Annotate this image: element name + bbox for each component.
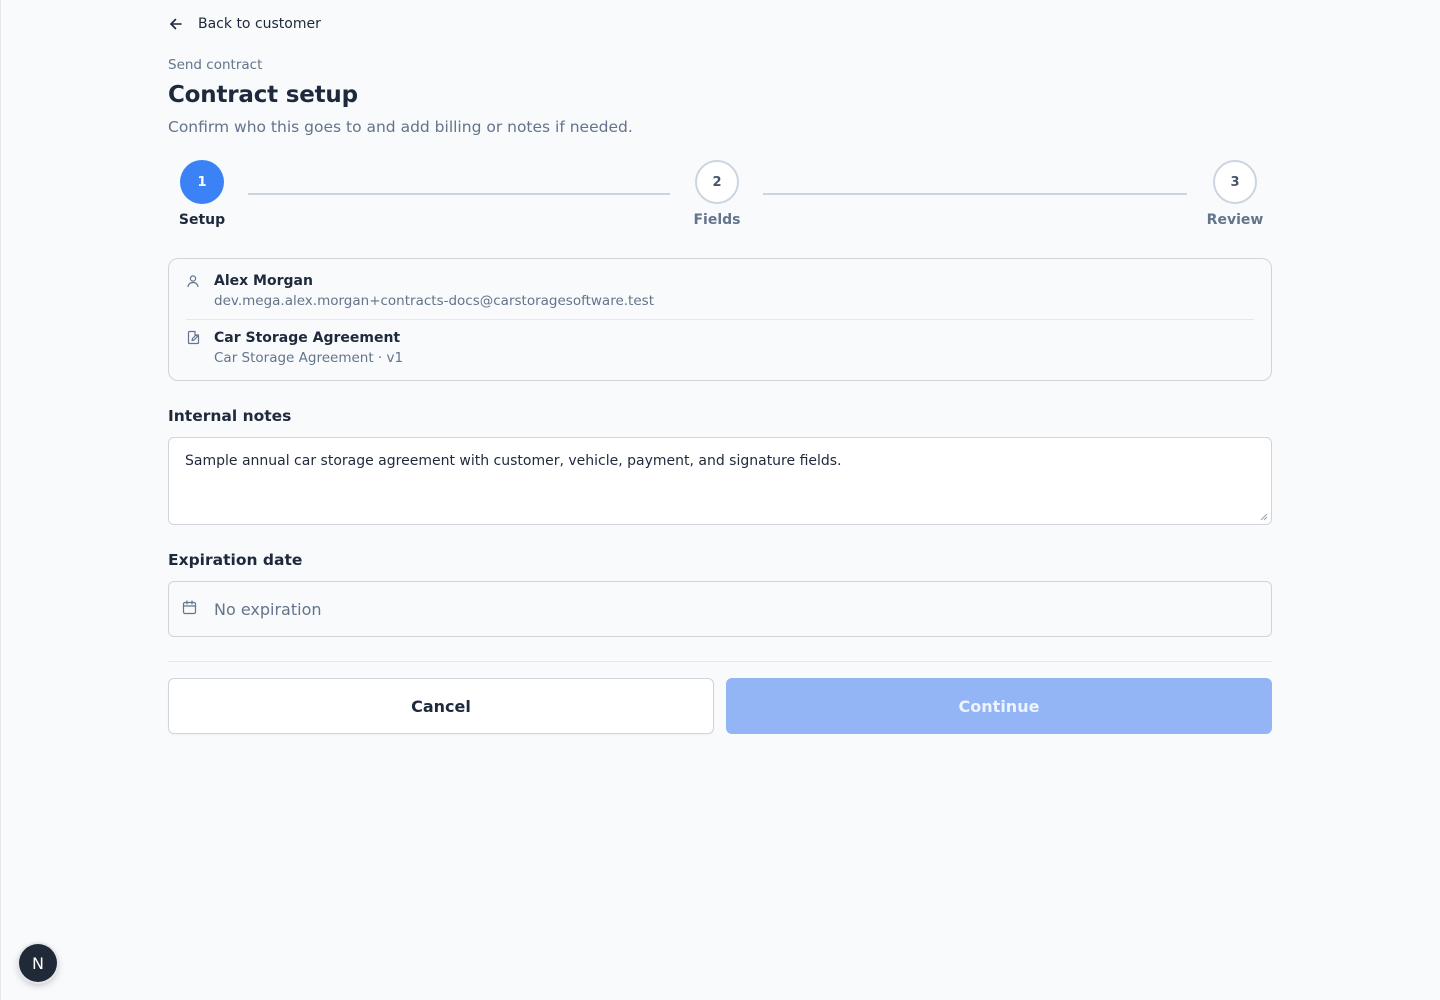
step-number: 1: [180, 160, 224, 204]
internal-notes-label: Internal notes: [168, 407, 292, 425]
arrow-left-icon: [168, 16, 184, 32]
expiration-date-input[interactable]: No expiration: [168, 581, 1272, 637]
cancel-button[interactable]: Cancel: [168, 678, 714, 734]
step-setup: 1 Setup: [170, 160, 234, 228]
stepper: 1 Setup 2 Fields 3 Review: [168, 160, 1272, 230]
dev-badge-label: N: [32, 953, 44, 973]
template-version: Car Storage Agreement · v1: [214, 350, 404, 366]
template-name: Car Storage Agreement: [214, 330, 401, 346]
recipient-name: Alex Morgan: [214, 273, 313, 289]
back-to-customer-link[interactable]: Back to customer: [168, 14, 321, 34]
window-edge: [0, 0, 1, 1000]
step-label: Setup: [178, 212, 226, 228]
recipient-email: dev.mega.alex.morgan+contracts-docs@cars…: [214, 293, 654, 309]
template-row: Car Storage Agreement Car Storage Agreem…: [186, 328, 1254, 368]
step-review: 3 Review: [1203, 160, 1267, 228]
nextjs-icon[interactable]: N: [19, 944, 57, 982]
back-link-label: Back to customer: [198, 16, 321, 32]
step-connector-2: [763, 193, 1187, 195]
page-eyebrow: Send contract: [168, 57, 263, 73]
step-connector-1: [248, 193, 670, 195]
page: Back to customer Send contract Contract …: [0, 0, 1440, 1000]
calendar-icon: [182, 599, 197, 619]
step-label: Review: [1206, 212, 1264, 228]
step-label: Fields: [693, 212, 741, 228]
step-fields: 2 Fields: [685, 160, 749, 228]
page-title: Contract setup: [168, 82, 358, 108]
step-number: 3: [1213, 160, 1257, 204]
step-number: 2: [695, 160, 739, 204]
contract-summary-card: Alex Morgan dev.mega.alex.morgan+contrac…: [168, 258, 1272, 381]
continue-button[interactable]: Continue: [726, 678, 1272, 734]
summary-divider: [186, 319, 1254, 320]
actions-divider: [168, 661, 1272, 662]
internal-notes-textarea[interactable]: Sample annual car storage agreement with…: [168, 437, 1272, 525]
internal-notes-value: Sample annual car storage agreement with…: [185, 453, 842, 469]
recipient-row: Alex Morgan dev.mega.alex.morgan+contrac…: [186, 271, 1254, 311]
page-subtitle: Confirm who this goes to and add billing…: [168, 118, 633, 136]
user-icon: [186, 271, 214, 311]
resize-handle-icon[interactable]: [1260, 513, 1268, 521]
document-edit-icon: [186, 328, 214, 368]
expiration-date-label: Expiration date: [168, 551, 303, 569]
expiration-date-value: No expiration: [214, 599, 322, 619]
